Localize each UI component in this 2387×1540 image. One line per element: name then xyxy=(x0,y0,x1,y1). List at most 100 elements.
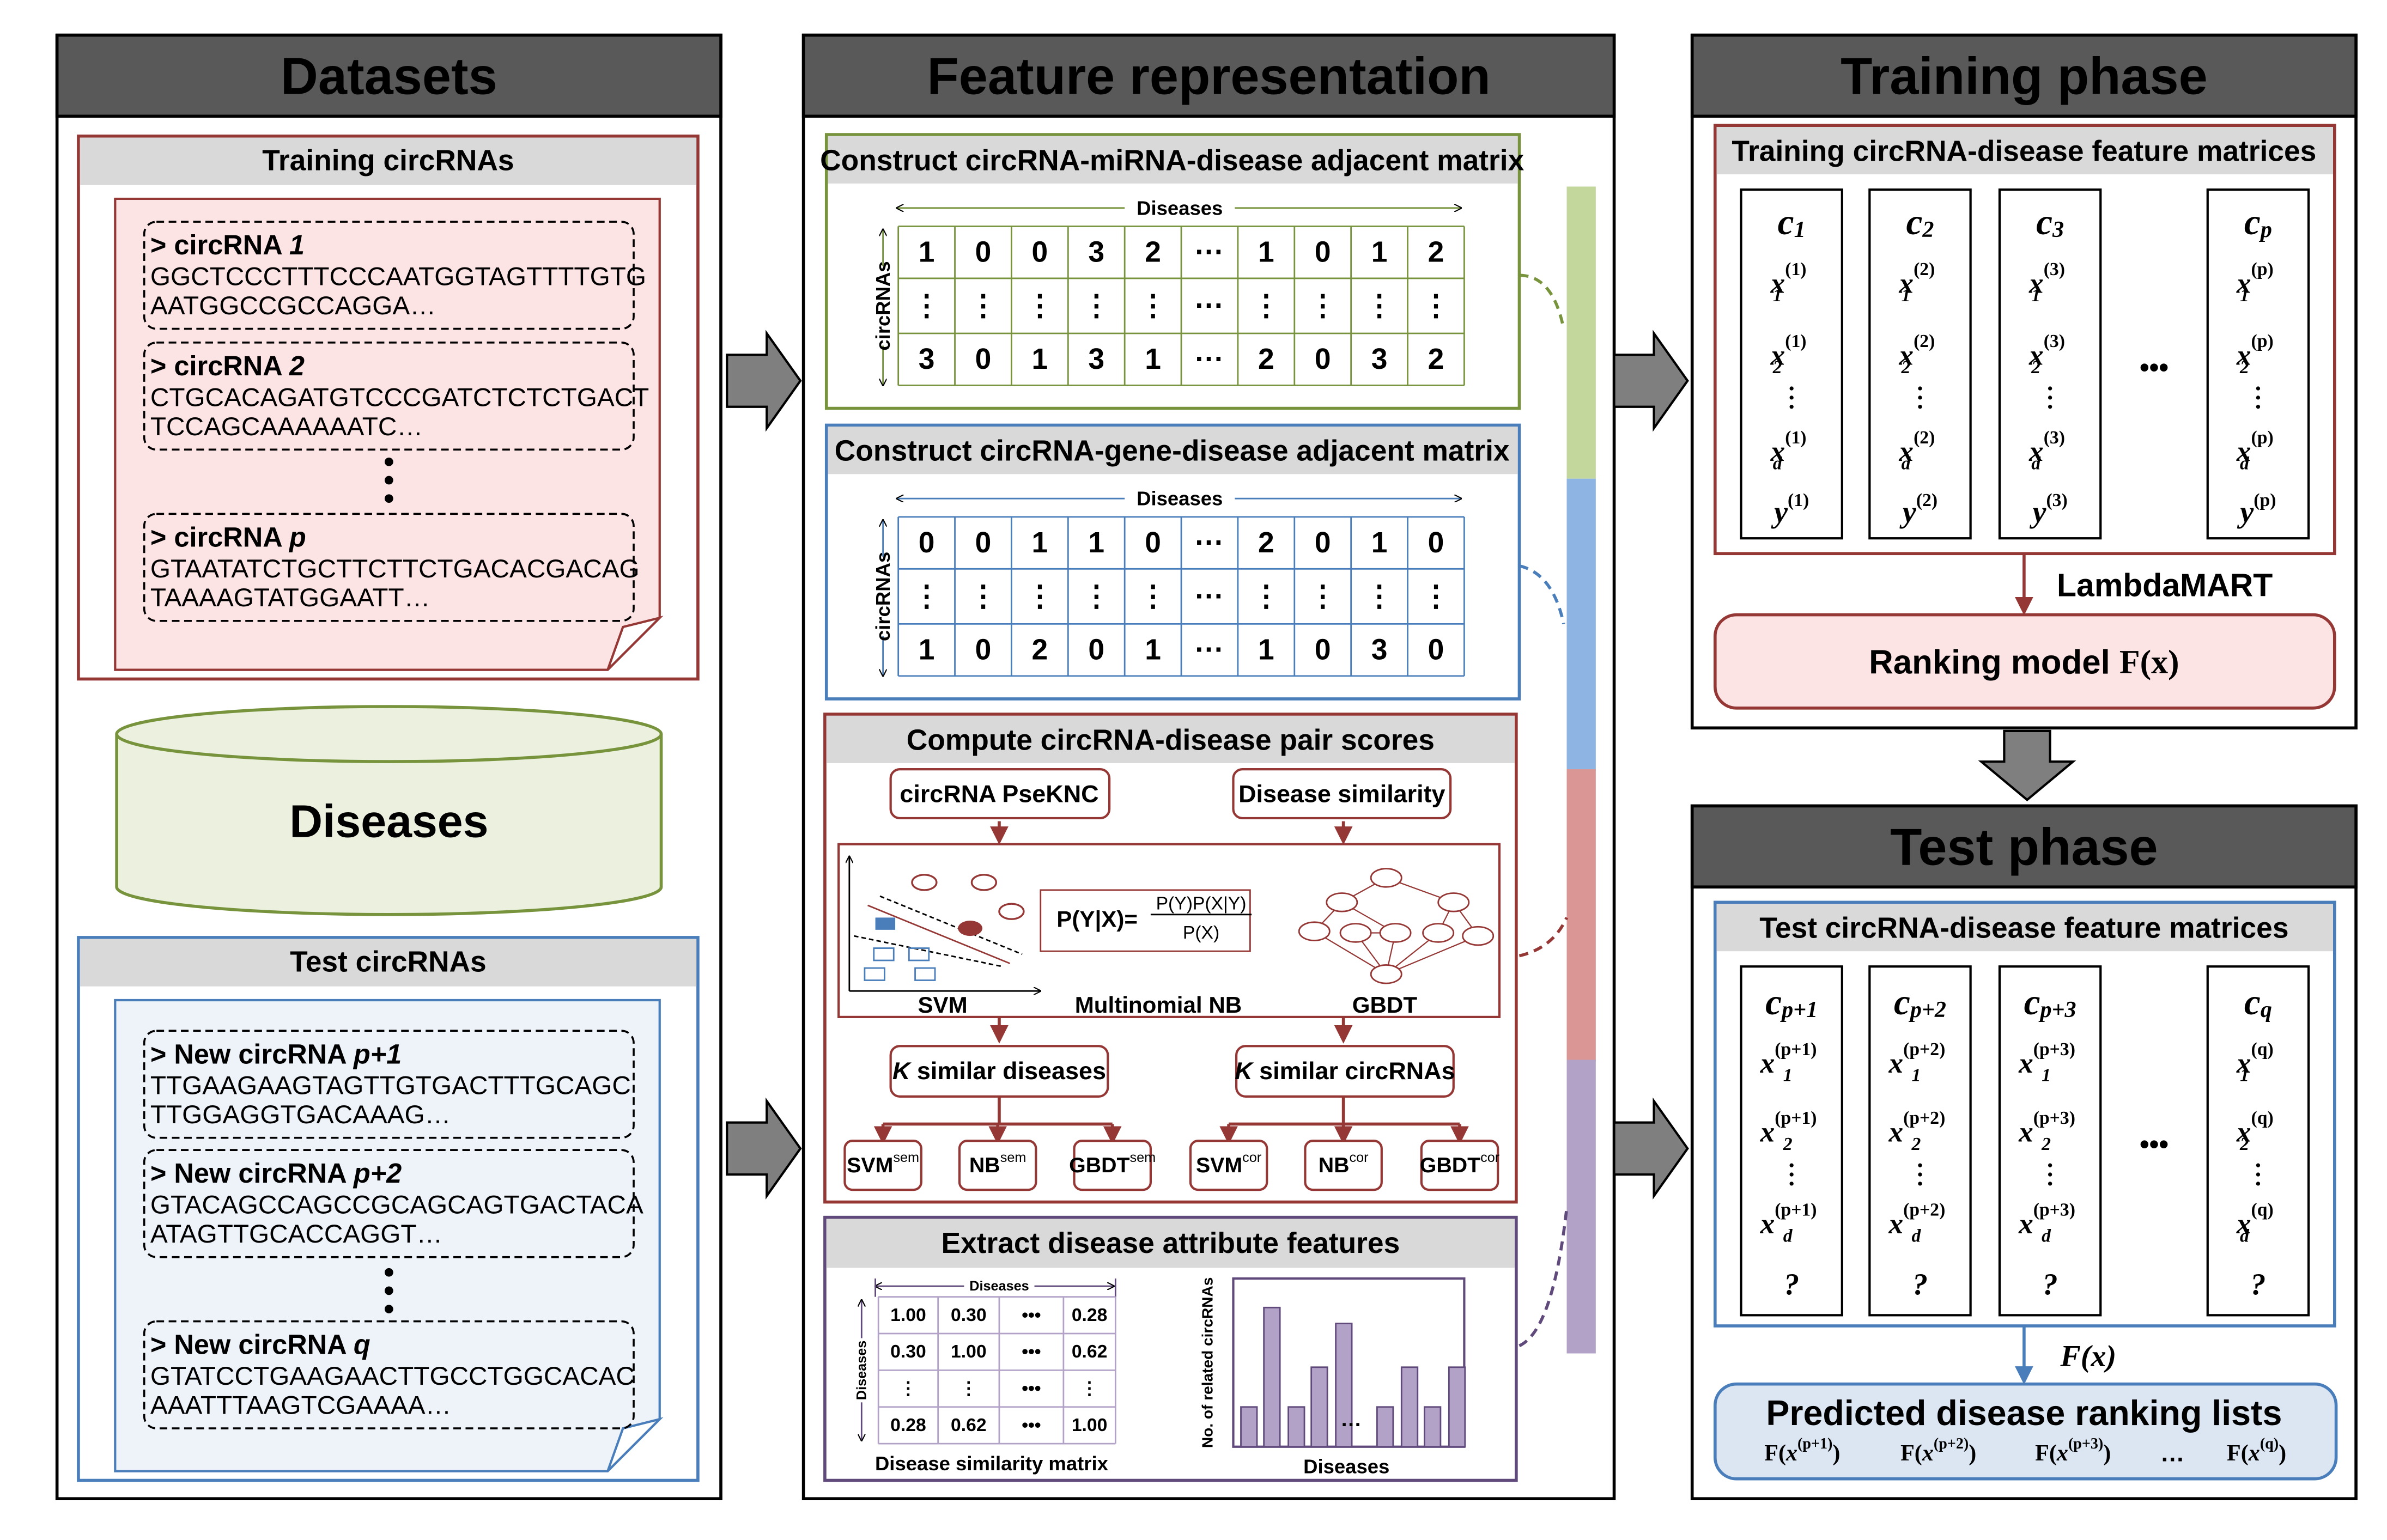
c-base: c xyxy=(1894,981,1910,1022)
vertical-ellipsis-icon xyxy=(384,1305,393,1313)
sequence-name-index: q xyxy=(354,1329,370,1360)
similarity-cell: ⋮ xyxy=(899,1379,918,1399)
matrix-cell: 0 xyxy=(1428,527,1444,559)
matrix-cell: ⋮ xyxy=(1025,290,1054,322)
feature-superscript: (p+2) xyxy=(1903,1108,1945,1128)
matrix-cell: ⋮ xyxy=(969,290,998,322)
circrna-subscript: 2 xyxy=(1922,217,1934,242)
vertical-ellipsis-icon xyxy=(2048,1172,2052,1177)
feature-superscript: (p+3) xyxy=(2033,1200,2075,1220)
vertical-ellipsis-icon xyxy=(2256,1182,2261,1186)
circrna-subscript: 1 xyxy=(1794,217,1806,242)
column-axis-label: Diseases xyxy=(1137,488,1223,510)
pipeline-diagram: Datasets Feature representation Training p… xyxy=(55,33,2358,1501)
vertical-ellipsis-icon xyxy=(1789,395,1794,400)
training-matrices-box-title: Training circRNA-disease feature matrice… xyxy=(1732,135,2316,167)
vertical-ellipsis-icon xyxy=(1918,395,1922,400)
pair-scores-title: Compute circRNA-disease pair scores xyxy=(907,724,1435,756)
test-panel-title: Test phase xyxy=(1890,818,2158,876)
feature-superscript: (q) xyxy=(2251,1108,2274,1128)
ranking-superscript: (p+2) xyxy=(1934,1435,1969,1452)
chart-y-label: No. of related circRNAs xyxy=(1199,1277,1216,1448)
f-open: F( xyxy=(2035,1440,2057,1465)
f-close: ) xyxy=(1969,1440,1976,1465)
matrix-cell: 1 xyxy=(1258,634,1274,666)
vertical-ellipsis-icon xyxy=(1918,386,1922,391)
vertical-ellipsis-icon xyxy=(1789,1163,1794,1167)
matrix-cell: ⋮ xyxy=(1422,580,1450,612)
matrix-cell: 0 xyxy=(1145,527,1161,559)
columns-ellipsis: ••• xyxy=(2140,351,2169,382)
matrix-cell: 2 xyxy=(1258,343,1274,375)
similarity-cell: ••• xyxy=(1022,1305,1041,1325)
similarity-cell: 1.00 xyxy=(1072,1415,1108,1435)
similarity-cell: 0.28 xyxy=(890,1415,926,1435)
matrix-cell: 3 xyxy=(1371,343,1388,375)
matrix-cell: 1 xyxy=(1088,527,1104,559)
feature-subscript: 1 xyxy=(1773,285,1782,305)
matrix-cell: ⋮ xyxy=(1138,580,1167,612)
f-close: ) xyxy=(2279,1440,2286,1465)
feature-superscript: (1) xyxy=(1785,259,1806,279)
similarity-cell: 1.00 xyxy=(951,1342,987,1362)
feature-subscript: 1 xyxy=(1902,285,1911,305)
feature-subscript: 1 xyxy=(2031,285,2040,305)
similarity-matrix-caption: Disease similarity matrix xyxy=(875,1452,1109,1475)
sequence-name-prefix: > circRNA xyxy=(150,350,289,381)
sequence-line: AATGGCCGCCAGGA… xyxy=(150,291,436,320)
matrix-cell: 0 xyxy=(975,527,992,559)
vertical-ellipsis-icon xyxy=(1918,1172,1922,1177)
vertical-ellipsis-icon xyxy=(2256,1172,2261,1177)
similarity-cell: ⋮ xyxy=(959,1379,978,1399)
matrix-cell: 0 xyxy=(1315,343,1331,375)
vertical-ellipsis-icon xyxy=(1789,405,1794,409)
training-circrnas-box-title: Training circRNAs xyxy=(262,144,514,176)
c-base: c xyxy=(2244,981,2261,1022)
feature-superscript: (3) xyxy=(2044,427,2065,447)
sequence-line: GTACAGCCAGCCGCAGCAGTGACTACA xyxy=(150,1191,643,1220)
circrna-subscript: 3 xyxy=(2052,217,2064,242)
matrix-cell: 0 xyxy=(1315,527,1331,559)
feature-superscript: (q) xyxy=(2251,1039,2274,1059)
formula-numerator: P(Y)P(X|Y) xyxy=(1156,894,1247,914)
feature-subscript: 1 xyxy=(2240,1065,2249,1085)
similarity-cell: ⋮ xyxy=(1080,1379,1099,1399)
sequence-line: AAATTTAAGTCGAAAA… xyxy=(150,1391,451,1420)
ranking-model-label: Ranking model F(x) xyxy=(1869,643,2179,681)
model-name: GBDT xyxy=(1420,1153,1480,1177)
feature-subscript: 2 xyxy=(1901,357,1911,377)
circrna-subscript: p+3 xyxy=(2039,996,2076,1022)
matrix-cell: 2 xyxy=(1428,236,1444,269)
sequence-line: GGCTCCCTTTCCCAATGGTAGTTTTGTG xyxy=(150,263,646,291)
feature-subscript: d xyxy=(1912,1226,1922,1246)
matrix-cell: 3 xyxy=(919,343,935,375)
tree-node-icon xyxy=(1422,923,1455,943)
matrix-cell: 2 xyxy=(1258,527,1274,559)
matrix-cell: 1 xyxy=(1145,634,1161,666)
ranking-superscript: (q) xyxy=(2260,1435,2279,1452)
sequence-name-index: p+2 xyxy=(353,1158,402,1189)
label-entry: ? xyxy=(2250,1268,2265,1301)
f-close: ) xyxy=(2103,1440,2111,1465)
row-axis-label: Diseases xyxy=(854,1341,869,1401)
right-arrow-icon xyxy=(1613,1097,1689,1200)
matrix-cell: ⋮ xyxy=(1252,580,1280,612)
label-entry: ? xyxy=(1784,1268,1799,1301)
sequence-name: > circRNA p xyxy=(150,521,306,552)
model-name: NB xyxy=(969,1153,1000,1177)
feature-superscript: (q) xyxy=(2251,1200,2274,1220)
k-variable: K xyxy=(1235,1057,1254,1085)
vertical-ellipsis-icon xyxy=(1918,1163,1922,1167)
model-name: SVM xyxy=(1196,1153,1242,1177)
chart-bar xyxy=(1376,1406,1394,1448)
similarity-cell: ••• xyxy=(1022,1379,1041,1399)
x-base: x xyxy=(2056,1440,2068,1465)
feature-superscript: (p) xyxy=(2251,259,2274,279)
vertical-ellipsis-icon xyxy=(2048,386,2052,391)
vertical-ellipsis-icon xyxy=(1789,1172,1794,1177)
matrix-cell: 0 xyxy=(1032,236,1048,269)
pseknc-label: circRNA PseKNC xyxy=(900,780,1098,808)
datasets-panel-title: Datasets xyxy=(281,47,497,105)
vertical-ellipsis-icon xyxy=(2256,405,2261,409)
f-open: F( xyxy=(2227,1440,2249,1465)
